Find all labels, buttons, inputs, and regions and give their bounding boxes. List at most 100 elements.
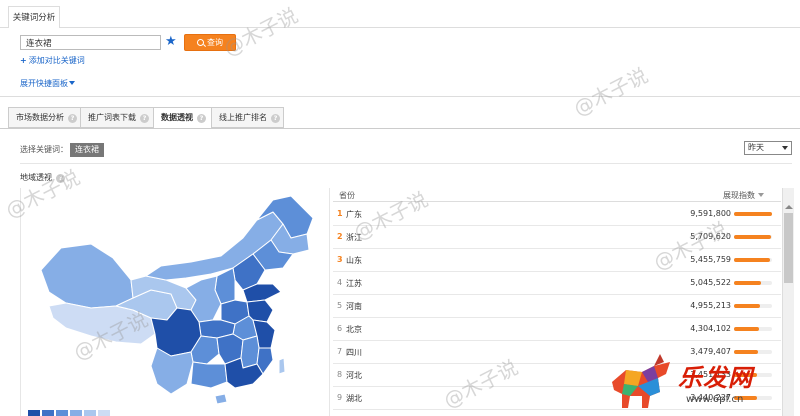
keyword-analysis-tab[interactable]: 关键词分析	[8, 6, 60, 28]
legend-swatch	[28, 410, 40, 416]
legend-swatch	[42, 410, 54, 416]
tab-label: 线上推广排名	[219, 113, 267, 122]
row-bar-fill	[734, 304, 760, 308]
help-icon[interactable]: ?	[56, 174, 65, 183]
row-province: 河北	[346, 371, 362, 380]
row-rank: 6	[337, 324, 343, 333]
divider	[20, 163, 792, 164]
map-region[interactable]	[214, 393, 228, 405]
map-region[interactable]	[190, 361, 228, 389]
help-icon[interactable]: ?	[140, 114, 149, 123]
table-row[interactable]: 6 北京 4,304,102	[333, 318, 781, 341]
help-icon[interactable]: ?	[68, 114, 77, 123]
row-rank: 8	[337, 370, 343, 379]
logo-url: www.6pf.cn	[686, 394, 744, 405]
row-bar	[734, 212, 772, 216]
tab-label: 推广词表下载	[88, 113, 136, 122]
add-compare-keyword-link[interactable]: + 添加对比关键词	[20, 55, 85, 67]
column-header-province: 省份	[339, 191, 355, 200]
tab-data-pivot[interactable]: 数据透视?	[153, 107, 212, 129]
triangle-down-icon	[69, 81, 75, 85]
column-header-index[interactable]: 展现指数	[723, 190, 764, 201]
table-row[interactable]: 2 浙江 5,709,620	[333, 226, 781, 249]
row-province: 河南	[346, 302, 362, 311]
expand-quick-panel-link[interactable]: 展开快捷面板	[20, 78, 75, 90]
column-header-index-label: 展现指数	[723, 191, 755, 200]
china-region-map	[20, 188, 330, 416]
row-bar-fill	[734, 258, 771, 262]
row-bar	[734, 327, 772, 331]
legend-swatch	[84, 410, 96, 416]
section-title-text: 地域透视	[20, 173, 52, 182]
row-bar	[734, 281, 772, 285]
map-region[interactable]	[240, 335, 260, 369]
row-rank: 1	[337, 209, 343, 218]
keyword-chip[interactable]: 连衣裙	[70, 143, 104, 157]
row-province: 北京	[346, 325, 362, 334]
query-button[interactable]: 查询	[184, 34, 236, 51]
table-row[interactable]: 4 江苏 5,045,522	[333, 272, 781, 295]
row-province: 江苏	[346, 279, 362, 288]
date-select[interactable]: 昨天	[744, 141, 792, 155]
row-rank: 3	[337, 255, 343, 264]
chevron-down-icon	[782, 146, 788, 150]
row-bar-fill	[734, 212, 772, 216]
search-icon	[197, 39, 204, 46]
table-row[interactable]: 5 河南 4,955,213	[333, 295, 781, 318]
row-rank: 5	[337, 301, 343, 310]
row-province: 广东	[346, 210, 362, 219]
row-value: 9,591,800	[690, 209, 731, 218]
tab-label: 数据透视	[161, 113, 193, 122]
row-value: 4,304,102	[690, 324, 731, 333]
row-province: 四川	[346, 348, 362, 357]
row-value: 5,455,759	[690, 255, 731, 264]
row-province: 浙江	[346, 233, 362, 242]
logo-text: 乐发网	[678, 363, 753, 392]
sort-icon[interactable]	[758, 193, 764, 197]
star-icon[interactable]: ★	[165, 34, 177, 50]
row-province: 湖北	[346, 394, 362, 403]
row-bar	[734, 235, 772, 239]
tab-keyword-download[interactable]: 推广词表下载?	[80, 107, 154, 128]
row-rank: 9	[337, 393, 343, 402]
add-compare-label: 添加对比关键词	[28, 56, 85, 65]
help-icon[interactable]: ?	[271, 114, 280, 123]
row-rank: 2	[337, 232, 343, 241]
bull-logo-icon	[612, 354, 670, 408]
row-rank: 7	[337, 347, 343, 356]
row-value: 4,955,213	[690, 301, 731, 310]
row-bar	[734, 304, 772, 308]
section-title: 地域透视?	[20, 173, 65, 183]
keyword-search-input[interactable]	[20, 35, 161, 50]
row-value: 5,045,522	[690, 278, 731, 287]
row-bar-fill	[734, 235, 772, 239]
table-header: 省份 展现指数	[333, 188, 781, 202]
expand-label: 展开快捷面板	[20, 79, 68, 88]
table-row[interactable]: 3 山东 5,455,759	[333, 249, 781, 272]
row-province: 山东	[346, 256, 362, 265]
table-row[interactable]: 1 广东 9,591,800	[333, 203, 781, 226]
plus-icon: +	[20, 56, 27, 65]
row-rank: 4	[337, 278, 343, 287]
tab-online-ranking[interactable]: 线上推广排名?	[211, 107, 284, 128]
site-logo: 乐发网 www.6pf.cn	[608, 352, 800, 416]
row-value: 5,709,620	[690, 232, 731, 241]
tab-divider	[0, 128, 800, 129]
query-button-label: 查询	[207, 38, 223, 47]
map-region[interactable]	[278, 357, 286, 375]
date-select-value: 昨天	[748, 143, 764, 152]
tab-market-data[interactable]: 市场数据分析?	[8, 107, 81, 128]
help-icon[interactable]: ?	[197, 114, 206, 123]
row-bar-fill	[734, 327, 760, 331]
row-bar	[734, 258, 772, 262]
tab-label: 市场数据分析	[16, 113, 64, 122]
scroll-up-icon[interactable]	[785, 205, 793, 209]
china-map-icon	[40, 195, 314, 405]
legend-swatch	[70, 410, 82, 416]
map-region[interactable]	[40, 243, 134, 309]
scroll-thumb[interactable]	[784, 213, 793, 283]
legend-swatch	[56, 410, 68, 416]
keyword-filter-label: 选择关键词：	[20, 145, 68, 154]
legend-swatch	[98, 410, 110, 416]
row-bar-fill	[734, 281, 761, 285]
